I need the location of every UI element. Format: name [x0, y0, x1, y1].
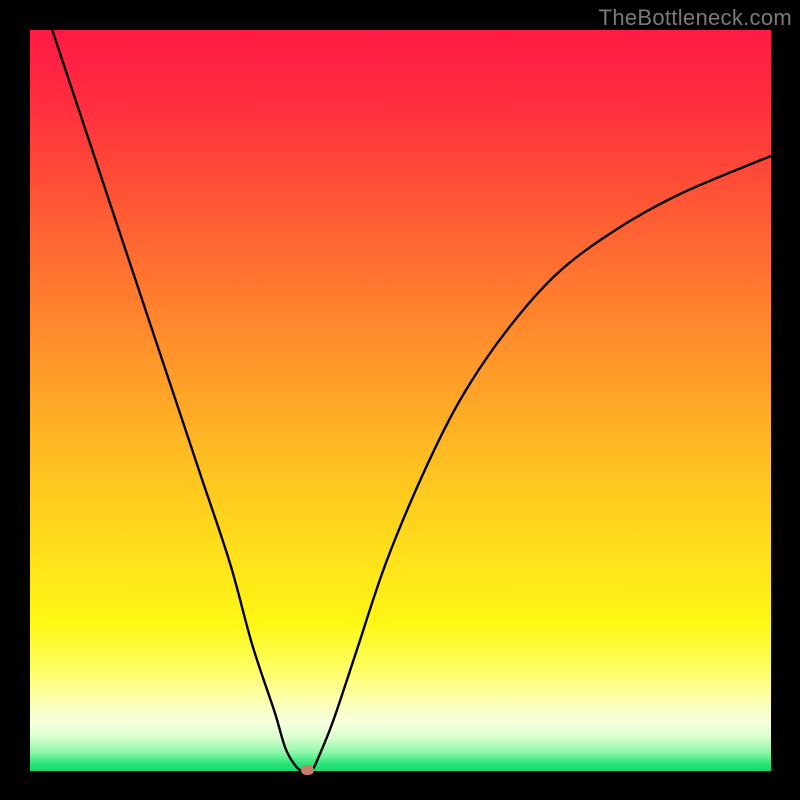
plot-frame — [30, 30, 771, 771]
optimal-point-marker — [301, 765, 314, 775]
watermark-text: TheBottleneck.com — [599, 5, 792, 31]
bottleneck-curve — [30, 30, 771, 771]
